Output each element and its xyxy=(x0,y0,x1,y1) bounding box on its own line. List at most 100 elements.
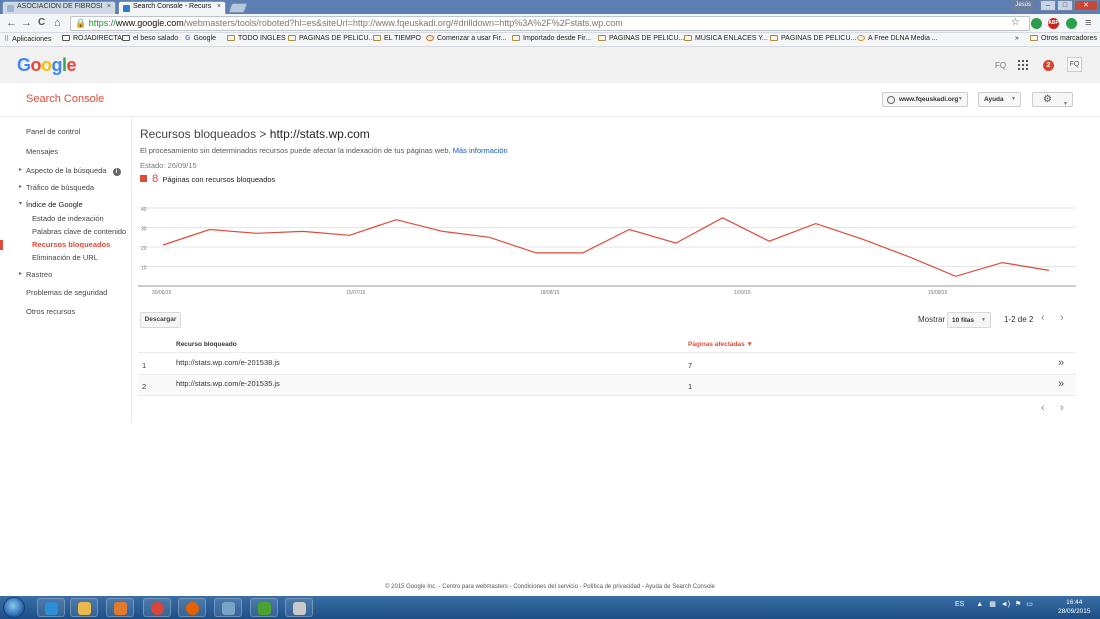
bookmark-folder[interactable]: Importado desde Fir... xyxy=(512,35,591,42)
sidebar: Panel de control Mensajes ▸ Aspecto de l… xyxy=(0,117,132,423)
table-row[interactable]: 2 http://stats.wp.com/e-201535.js 1 » xyxy=(138,375,1076,396)
forward-arrow-icon[interactable]: → xyxy=(21,17,32,29)
tab-asociacion[interactable]: ASOCIACIÓN DE FIBROSI × xyxy=(2,1,116,14)
bookmark-google[interactable]: G Google xyxy=(185,35,216,42)
taskbar-app-ie[interactable] xyxy=(37,598,65,617)
search-console-favicon-icon xyxy=(123,5,130,12)
minimize-button[interactable]: – xyxy=(1040,0,1056,11)
taskbar-app-folder[interactable] xyxy=(214,598,242,617)
prev-page-icon[interactable]: ‹ xyxy=(1041,402,1045,414)
adblock-icon[interactable]: ABP xyxy=(1048,18,1059,29)
sidebar-item-other-resources[interactable]: Otros recursos xyxy=(26,307,75,316)
sidebar-item-remove-urls[interactable]: Eliminación de URL xyxy=(32,253,98,262)
next-page-icon[interactable]: › xyxy=(1060,402,1064,414)
address-bar[interactable]: 🔒 https://www.google.com/webmasters/tool… xyxy=(70,16,1030,31)
row-drilldown-icon[interactable]: » xyxy=(1058,378,1064,390)
language-indicator[interactable]: ES xyxy=(955,601,964,608)
chrome-menu-icon[interactable]: ≡ xyxy=(1085,17,1091,29)
next-page-icon[interactable]: › xyxy=(1060,312,1064,324)
download-button[interactable]: Descargar xyxy=(140,312,181,328)
info-icon[interactable]: i xyxy=(112,168,121,176)
sidebar-item-crawl[interactable]: ▸ Rastreo xyxy=(19,270,52,279)
help-button[interactable]: Ayuda ▼ xyxy=(978,92,1021,107)
bookmark-item[interactable]: ROJADIRECTA xyxy=(62,35,122,42)
user-initials[interactable]: FQ xyxy=(995,61,1006,70)
google-logo[interactable]: Google xyxy=(17,55,77,76)
bookmark-star-icon[interactable]: ☆ xyxy=(1011,17,1020,29)
sidebar-item-google-index[interactable]: ▾ Índice de Google xyxy=(19,200,83,209)
start-button[interactable] xyxy=(3,597,25,618)
other-bookmarks[interactable]: Otros marcadores xyxy=(1030,35,1097,42)
bookmark-folder[interactable]: PAGINAS DE PELICU... xyxy=(288,35,374,42)
prev-page-icon[interactable]: ‹ xyxy=(1041,312,1045,324)
avatar[interactable]: FQ xyxy=(1067,57,1082,72)
sidebar-item-search-traffic[interactable]: ▸ Tráfico de búsqueda xyxy=(19,183,94,192)
tab-close-icon[interactable]: × xyxy=(107,3,111,10)
tab-search-console[interactable]: Search Console - Recurs × xyxy=(118,1,226,14)
site-selector-value: www.fqeuskadi.org xyxy=(899,96,959,103)
extension-green-icon[interactable] xyxy=(1031,18,1042,29)
tray-arrow-icon[interactable]: ▲ xyxy=(976,601,983,608)
reload-icon[interactable]: C xyxy=(38,17,45,29)
flag-icon[interactable]: ⚑ xyxy=(1015,601,1021,608)
chart-legend[interactable]: 8 Páginas con recursos bloqueados xyxy=(140,173,275,185)
extension-circle-icon[interactable] xyxy=(1066,18,1077,29)
sidebar-item-messages[interactable]: Mensajes xyxy=(26,147,58,156)
sidebar-item-index-status[interactable]: Estado de indexación xyxy=(32,214,104,223)
row-resource[interactable]: http://stats.wp.com/e-201538.js xyxy=(176,358,280,367)
taskbar-clock[interactable]: 16:44 28/09/2015 xyxy=(1058,598,1091,616)
action-center-icon[interactable]: ▭ xyxy=(1026,601,1033,608)
tab-close-icon[interactable]: × xyxy=(217,3,221,10)
volume-icon[interactable]: ◄) xyxy=(1001,601,1010,608)
chevron-down-icon: ▼ xyxy=(1011,96,1016,102)
firefox-icon xyxy=(426,35,434,41)
taskbar-app-firefox[interactable] xyxy=(178,598,206,617)
page-footer[interactable]: © 2015 Google Inc. - Centro para webmast… xyxy=(0,584,1100,590)
table-row[interactable]: 1 http://stats.wp.com/e-201538.js 7 » xyxy=(138,354,1076,375)
window-user-badge[interactable]: Jesús xyxy=(1011,0,1035,12)
folder-icon xyxy=(770,35,778,41)
taskbar-app-chrome[interactable] xyxy=(143,598,171,617)
col-resource-header[interactable]: Recurso bloqueado xyxy=(176,341,237,348)
folder-icon xyxy=(512,35,520,41)
sidebar-item-blocked-resources[interactable]: Recursos bloqueados xyxy=(32,240,110,249)
bookmark-apps[interactable]: ⠿ Aplicaciones xyxy=(4,35,51,43)
more-info-link[interactable]: Más información xyxy=(453,146,508,155)
notifications-badge[interactable]: 2 xyxy=(1043,60,1054,71)
bookmark-folder[interactable]: PAGINAS DE PELICU... xyxy=(770,35,856,42)
bookmark-item[interactable]: el beso salado xyxy=(122,35,178,42)
taskbar-app-explorer[interactable] xyxy=(70,598,98,617)
bookmark-folder[interactable]: MUSICA ENLACES Y... xyxy=(684,35,768,42)
legend-swatch xyxy=(140,175,147,182)
settings-button[interactable]: ⚙ ▼ xyxy=(1032,92,1073,107)
product-title[interactable]: Search Console xyxy=(26,93,104,105)
site-selector[interactable]: www.fqeuskadi.org ▼ xyxy=(882,92,968,107)
col-pages-header[interactable]: Páginas afectadas ▼ xyxy=(688,341,753,348)
bookmark-folder[interactable]: PAGINAS DE PELICU... xyxy=(598,35,684,42)
new-tab-button[interactable] xyxy=(228,3,248,13)
apps-grid-icon[interactable] xyxy=(1018,60,1028,70)
sidebar-item-content-keywords[interactable]: Palabras clave de contenido xyxy=(32,227,126,236)
sidebar-item-search-appearance[interactable]: ▸ Aspecto de la búsqueda i xyxy=(19,166,121,176)
row-resource[interactable]: http://stats.wp.com/e-201535.js xyxy=(176,379,280,388)
back-arrow-icon[interactable]: ← xyxy=(6,17,17,29)
bookmarks-overflow-icon[interactable]: » xyxy=(1015,35,1019,42)
row-drilldown-icon[interactable]: » xyxy=(1058,357,1064,369)
bookmark-folder[interactable]: TODO INGLES xyxy=(227,35,286,42)
taskbar-app-utorrent[interactable] xyxy=(250,598,278,617)
page-title-host: http://stats.wp.com xyxy=(269,127,370,141)
page-title-section[interactable]: Recursos bloqueados > xyxy=(140,127,266,141)
network-icon[interactable]: ▦ xyxy=(989,601,996,608)
bookmark-folder[interactable]: EL TIEMPO xyxy=(373,35,421,42)
taskbar-app-paint[interactable] xyxy=(285,598,313,617)
bookmark-firefox[interactable]: Comenzar a usar Fir... xyxy=(426,35,506,42)
chevron-down-icon: ▼ xyxy=(958,96,963,102)
rows-per-page-select[interactable]: 10 filas ▼ xyxy=(947,312,991,328)
bookmark-dlna[interactable]: A Free DLNA Media ... xyxy=(857,35,938,42)
sidebar-item-dashboard[interactable]: Panel de control xyxy=(26,127,80,136)
home-icon[interactable]: ⌂ xyxy=(54,17,61,29)
maximize-button[interactable]: □ xyxy=(1057,0,1073,11)
close-window-button[interactable]: ✕ xyxy=(1074,0,1098,11)
taskbar-app-media[interactable] xyxy=(106,598,134,617)
sidebar-item-security-issues[interactable]: Problemas de seguridad xyxy=(26,288,107,297)
